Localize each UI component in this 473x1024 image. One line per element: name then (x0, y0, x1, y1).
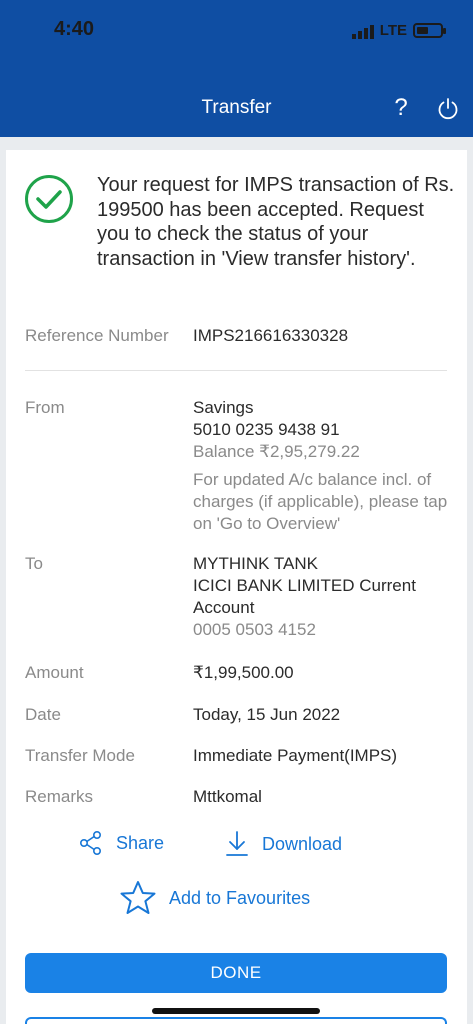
secondary-button[interactable] (25, 1017, 447, 1024)
remarks-label: Remarks (25, 787, 94, 806)
remarks-value: Mttkomal (193, 787, 262, 806)
download-label: Download (262, 833, 343, 854)
transfer-confirmation-card: Your request for IMPS transaction of Rs.… (6, 150, 467, 1024)
divider (25, 370, 447, 371)
reference-value: IMPS216616330328 (193, 326, 349, 345)
reference-label: Reference Number (25, 326, 169, 345)
from-account-type: Savings (193, 398, 254, 417)
to-account-number: 0005 0503 4152 (193, 620, 316, 639)
status-bar: 4:40 LTE (0, 0, 473, 64)
app-header: 4:40 LTE Transfer ? (0, 0, 473, 137)
from-label: From (25, 398, 65, 417)
to-value: MYTHINK TANK ICICI BANK LIMITED Current … (193, 553, 458, 641)
to-label: To (25, 554, 43, 573)
amount-value: ₹1,99,500.00 (193, 663, 294, 682)
signal-icon (351, 23, 374, 39)
success-check-icon (25, 175, 73, 223)
home-indicator (152, 1008, 320, 1014)
share-label: Share (116, 832, 165, 853)
done-button[interactable]: DONE (25, 953, 447, 993)
battery-icon (413, 23, 446, 38)
from-balance: Balance ₹2,95,279.22 (193, 442, 360, 461)
favourites-label: Add to Favourites (169, 887, 311, 908)
confirmation-message: Your request for IMPS transaction of Rs.… (97, 174, 455, 270)
amount-label: Amount (25, 663, 84, 682)
balance-note: For updated A/c balance incl. of charges… (193, 470, 448, 533)
network-label: LTE (379, 22, 407, 39)
status-indicators: LTE (351, 22, 446, 39)
to-bank: ICICI BANK LIMITED Current Account (193, 576, 416, 617)
from-value: Savings 5010 0235 9438 91 Balance ₹2,95,… (193, 397, 458, 535)
star-icon (120, 881, 156, 914)
download-button[interactable]: Download (224, 830, 342, 858)
status-time: 4:40 (54, 18, 95, 40)
logout-power-icon[interactable] (436, 97, 460, 121)
help-button[interactable]: ? (389, 94, 413, 122)
download-icon (226, 831, 248, 856)
date-value: Today, 15 Jun 2022 (193, 705, 341, 724)
to-name: MYTHINK TANK (193, 554, 318, 573)
add-to-favourites-button[interactable]: Add to Favourites (119, 880, 310, 916)
from-account-number: 5010 0235 9438 91 (193, 420, 340, 439)
transfer-mode-value: Immediate Payment(IMPS) (193, 746, 398, 765)
transfer-mode-label: Transfer Mode (25, 746, 135, 765)
share-icon (79, 830, 102, 855)
share-button[interactable]: Share (78, 830, 164, 856)
date-label: Date (25, 705, 61, 724)
